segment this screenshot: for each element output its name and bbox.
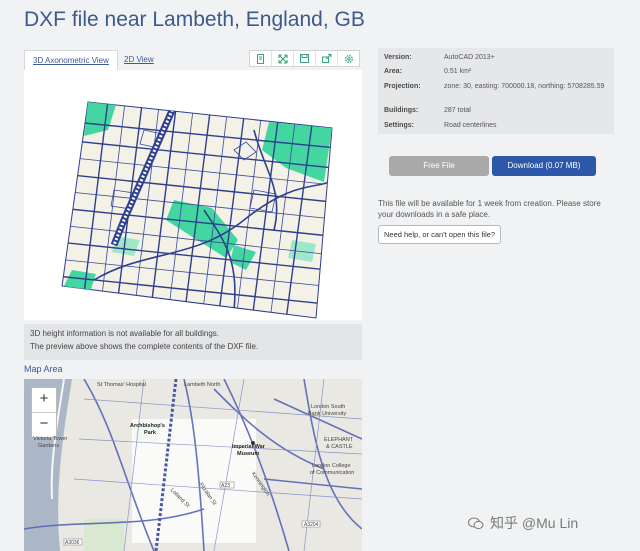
map-label-bank-university: Bank University xyxy=(308,411,347,417)
map-label-elephant: ELEPHANT xyxy=(324,437,354,443)
save-button[interactable] xyxy=(294,51,316,66)
settings-button[interactable] xyxy=(338,51,359,66)
share-icon xyxy=(321,54,331,63)
map-area[interactable]: + − St Thomas' Hospital Lambeth North Lo… xyxy=(24,379,362,551)
tab-2d-view[interactable]: 2D View xyxy=(116,50,162,69)
map-label-london-south-bank: London South xyxy=(311,404,346,410)
map-label-a3036: A3036 xyxy=(65,540,80,546)
map-area-label: Map Area xyxy=(24,364,63,374)
expand-icon xyxy=(277,53,288,64)
spec-area-key: Area: xyxy=(384,68,402,75)
map-label-museum: Museum xyxy=(237,451,260,457)
share-button[interactable] xyxy=(316,51,338,66)
map-label-archbishops: Archbishop's xyxy=(130,423,165,429)
free-file-button[interactable]: Free File xyxy=(389,156,489,176)
watermark-text: 知乎 @Mu Lin xyxy=(490,515,579,531)
spec-projection-key: Projection: xyxy=(384,83,421,90)
map-zoom-control: + − xyxy=(31,387,57,438)
spec-settings-key: Settings: xyxy=(384,122,414,129)
spec-buildings-key: Buildings: xyxy=(384,107,419,114)
map-label-park: Park xyxy=(144,430,156,436)
spec-area-value: 0.51 km² xyxy=(444,68,472,75)
preview-info-note: 3D height information is not available f… xyxy=(24,324,362,360)
view-tab-bar: 3D Axonometric View 2D View xyxy=(24,48,362,71)
dxf-map-preview xyxy=(61,101,333,319)
zoom-out-button[interactable]: − xyxy=(32,413,56,437)
page-title: DXF file near Lambeth, England, GB xyxy=(24,8,365,31)
map-label-victoria-tower: Victoria Tower xyxy=(33,436,68,442)
map-label-castle: & CASTLE xyxy=(326,444,353,450)
spec-buildings-value: 287 total xyxy=(444,107,471,114)
map-label-gardens: Gardens xyxy=(38,443,60,449)
save-icon xyxy=(300,54,309,63)
tab-3d-axonometric[interactable]: 3D Axonometric View xyxy=(24,50,118,71)
map-label-a23: A23 xyxy=(221,483,230,489)
zoom-in-button[interactable]: + xyxy=(32,388,56,413)
download-button[interactable]: Download (0.07 MB) xyxy=(492,156,596,176)
map-label-st-thomas: St Thomas' Hospital xyxy=(97,382,146,388)
map-label-a3204: A3204 xyxy=(304,522,319,528)
spec-version-key: Version: xyxy=(384,54,412,61)
preview-contents-text: The preview above shows the complete con… xyxy=(30,342,259,351)
availability-note: This file will be available for 1 week f… xyxy=(378,199,601,219)
wechat-logo-icon xyxy=(468,517,484,529)
spec-settings-value: Road centerlines xyxy=(444,122,497,129)
map-label-lambeth-north: Lambeth North xyxy=(184,382,221,388)
settings-icon xyxy=(344,54,353,63)
page-icon xyxy=(257,53,264,64)
watermark: 知乎 @Mu Lin xyxy=(468,514,578,532)
file-specs-panel: Version: AutoCAD 2013+ Area: 0.51 km² Pr… xyxy=(378,48,614,134)
page-button[interactable] xyxy=(250,51,272,66)
map-label-london-college: London College xyxy=(312,463,351,469)
axonometric-preview[interactable] xyxy=(24,70,362,320)
preview-toolbar xyxy=(249,50,360,67)
spec-version-value: AutoCAD 2013+ xyxy=(444,54,495,61)
expand-button[interactable] xyxy=(272,51,294,66)
map-label-of-communication: of Communication xyxy=(310,470,355,476)
help-button[interactable]: Need help, or can't open this file? xyxy=(378,225,502,244)
spec-projection-value: zone: 30, easting: 700000.18, northing: … xyxy=(444,83,605,90)
map-label-imperial-war: Imperial War xyxy=(232,444,265,450)
height-info-text: 3D height information is not available f… xyxy=(30,329,219,338)
